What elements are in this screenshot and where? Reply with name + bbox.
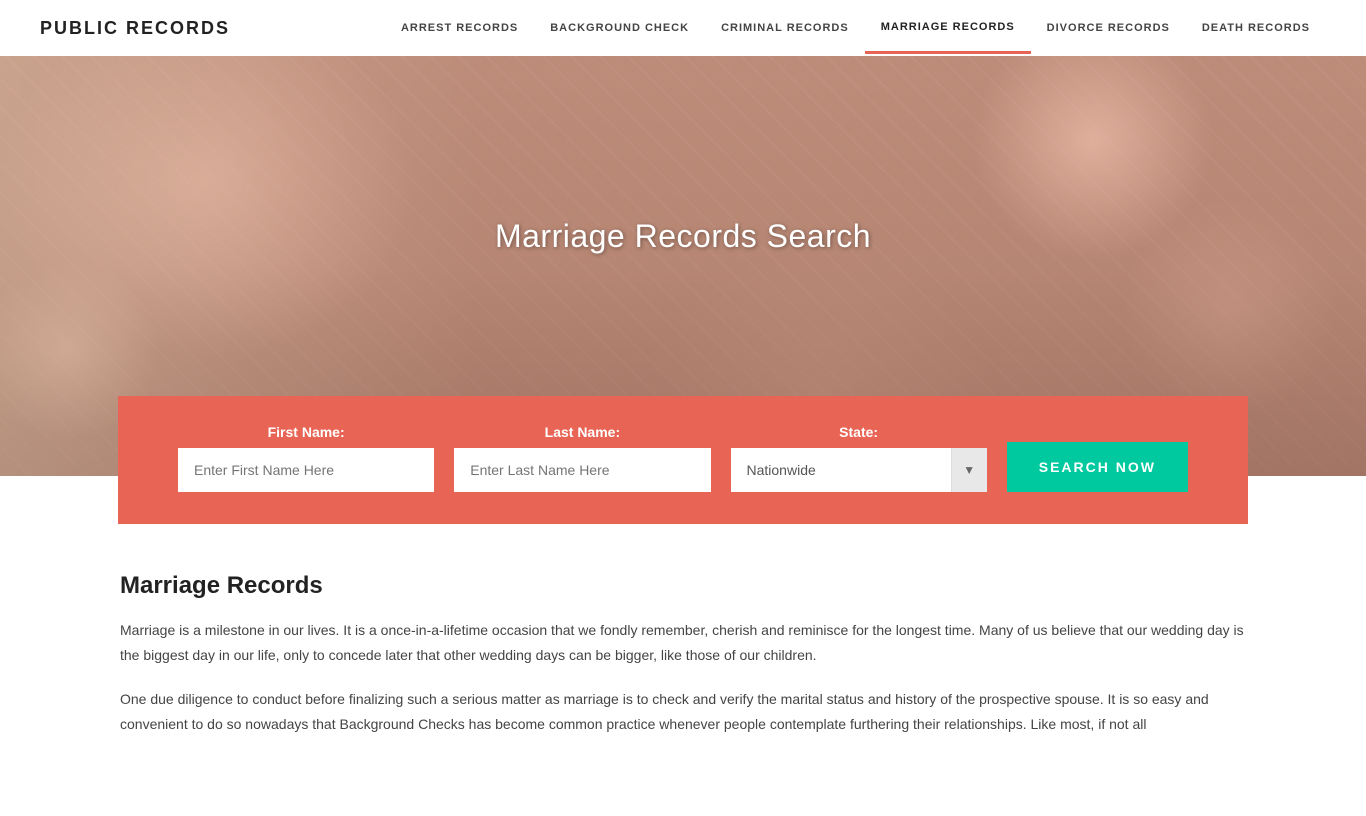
state-select[interactable]: Nationwide Alabama Alaska Arizona Arkans… bbox=[731, 448, 987, 492]
content-heading: Marriage Records bbox=[120, 572, 1246, 600]
site-logo[interactable]: PUBLIC RECORDS bbox=[40, 18, 230, 39]
state-field: State: Nationwide Alabama Alaska Arizona… bbox=[731, 424, 987, 492]
nav-death-records[interactable]: DEATH RECORDS bbox=[1186, 4, 1326, 52]
last-name-input[interactable] bbox=[454, 448, 710, 492]
first-name-input[interactable] bbox=[178, 448, 434, 492]
content-section: Marriage Records Marriage is a milestone… bbox=[0, 524, 1366, 816]
content-paragraph-2: One due diligence to conduct before fina… bbox=[120, 687, 1246, 736]
search-panel: First Name: Last Name: State: Nationwide… bbox=[118, 396, 1248, 524]
nav-divorce-records[interactable]: DIVORCE RECORDS bbox=[1031, 4, 1186, 52]
navbar: PUBLIC RECORDS ARREST RECORDS BACKGROUND… bbox=[0, 0, 1366, 56]
nav-criminal-records[interactable]: CRIMINAL RECORDS bbox=[705, 4, 865, 52]
nav-links: ARREST RECORDS BACKGROUND CHECK CRIMINAL… bbox=[385, 3, 1326, 54]
last-name-field: Last Name: bbox=[454, 424, 710, 492]
state-label: State: bbox=[731, 424, 987, 440]
first-name-field: First Name: bbox=[178, 424, 434, 492]
search-now-button[interactable]: SEARCH NOW bbox=[1007, 442, 1188, 492]
first-name-label: First Name: bbox=[178, 424, 434, 440]
nav-arrest-records[interactable]: ARREST RECORDS bbox=[385, 4, 534, 52]
last-name-label: Last Name: bbox=[454, 424, 710, 440]
nav-marriage-records[interactable]: MARRIAGE RECORDS bbox=[865, 3, 1031, 54]
hero-title: Marriage Records Search bbox=[495, 218, 871, 255]
nav-background-check[interactable]: BACKGROUND CHECK bbox=[534, 4, 705, 52]
content-paragraph-1: Marriage is a milestone in our lives. It… bbox=[120, 618, 1246, 667]
state-select-wrapper: Nationwide Alabama Alaska Arizona Arkans… bbox=[731, 448, 987, 492]
